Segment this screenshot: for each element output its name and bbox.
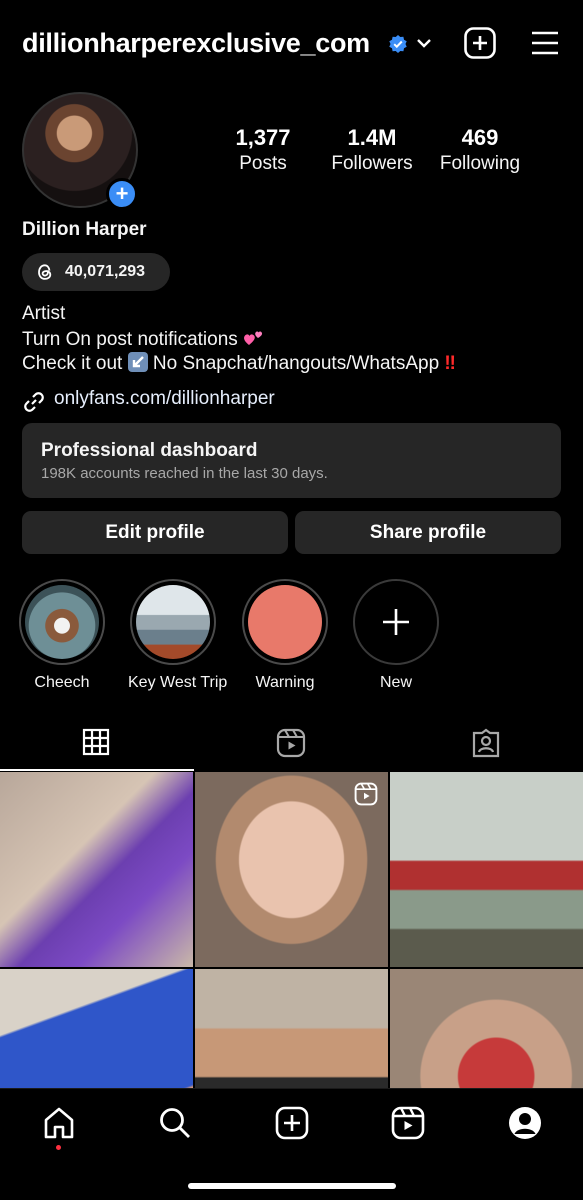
- two-hearts-emoji-icon: [243, 328, 263, 348]
- following-label: Following: [439, 153, 521, 174]
- highlight-key-west-trip[interactable]: Key West Trip: [128, 579, 228, 692]
- highlight-ring: [19, 579, 105, 665]
- tab-reels[interactable]: [194, 716, 388, 771]
- highlight-cheech-image: [25, 585, 99, 659]
- profile-tabs: [0, 716, 583, 771]
- create-icon[interactable]: [274, 1105, 310, 1141]
- double-exclamation-emoji-icon: ‼: [444, 353, 456, 374]
- stat-following[interactable]: 469 Following: [437, 125, 523, 175]
- verified-badge-icon: [389, 35, 407, 53]
- add-story-plus-icon[interactable]: +: [106, 178, 138, 210]
- active-tab-indicator: [0, 769, 194, 771]
- reels-icon[interactable]: [390, 1105, 426, 1141]
- posts-count: 1,377: [235, 125, 291, 150]
- bio-line-3: Check it out No Snapchat/hangouts/WhatsA…: [22, 352, 456, 375]
- highlight-label: Cheech: [34, 674, 90, 691]
- threads-badge[interactable]: 40,071,293: [22, 253, 170, 291]
- highlight-warning-image: [248, 585, 322, 659]
- bio-line-2: Turn On post notifications: [22, 328, 263, 351]
- posts-grid: [0, 772, 583, 1088]
- followers-count: 1.4M: [347, 125, 397, 150]
- top-bar: dillionharperexclusive_com: [0, 0, 583, 90]
- share-profile-button[interactable]: Share profile: [295, 511, 561, 554]
- tab-posts-grid[interactable]: [0, 716, 194, 771]
- plus-icon: [383, 609, 409, 635]
- menu-icon[interactable]: [530, 30, 560, 56]
- bio-line-1: Artist: [22, 303, 66, 324]
- stat-followers[interactable]: 1.4M Followers: [327, 125, 417, 175]
- link-icon: [24, 392, 44, 412]
- reels-icon: [276, 728, 306, 758]
- followers-label: Followers: [331, 153, 413, 174]
- highlight-ring: [353, 579, 439, 665]
- posts-label: Posts: [239, 153, 287, 174]
- highlight-ring: [130, 579, 216, 665]
- reel-badge-icon: [354, 782, 378, 806]
- bio-no-snapchat-text: No Snapchat/hangouts/WhatsApp: [152, 353, 440, 374]
- dashboard-subtitle: 198K accounts reached in the last 30 day…: [41, 465, 328, 482]
- full-name: Dillion Harper: [22, 219, 147, 240]
- stat-posts[interactable]: 1,377 Posts: [232, 125, 294, 175]
- home-indicator: [188, 1183, 396, 1189]
- dashboard-title: Professional dashboard: [41, 440, 258, 461]
- highlight-label: New: [379, 674, 412, 691]
- bio-notifications-text: Turn On post notifications: [22, 329, 238, 350]
- grid-post[interactable]: [0, 969, 193, 1088]
- bio-link-text[interactable]: onlyfans.com/dillionharper: [54, 388, 275, 410]
- create-post-icon[interactable]: [463, 26, 497, 60]
- highlight-label: Warning: [255, 674, 315, 691]
- highlight-ring: [242, 579, 328, 665]
- highlight-new[interactable]: New: [351, 579, 441, 692]
- bio-check-text: Check it out: [22, 353, 123, 374]
- arrow-down-left-emoji-icon: [127, 352, 148, 372]
- threads-icon: [38, 264, 52, 280]
- highlight-label: Key West Trip: [128, 674, 228, 691]
- grid-post[interactable]: [195, 772, 388, 967]
- highlight-warning[interactable]: Warning: [240, 579, 330, 692]
- grid-post[interactable]: [195, 969, 388, 1088]
- grid-post[interactable]: [0, 772, 193, 967]
- profile-icon[interactable]: [507, 1105, 543, 1141]
- grid-post[interactable]: [390, 772, 583, 967]
- tab-tagged[interactable]: [389, 716, 583, 771]
- home-icon[interactable]: [41, 1105, 77, 1141]
- profile-avatar[interactable]: +: [22, 92, 138, 210]
- highlight-key-west-image: [136, 585, 210, 659]
- search-icon[interactable]: [157, 1105, 193, 1141]
- grid-post[interactable]: [390, 969, 583, 1088]
- username-switcher[interactable]: dillionharperexclusive_com: [22, 28, 370, 59]
- professional-dashboard[interactable]: Professional dashboard 198K accounts rea…: [22, 423, 561, 498]
- threads-count: 40,071,293: [65, 263, 146, 280]
- highlight-cheech[interactable]: Cheech: [17, 579, 107, 692]
- grid-icon: [82, 728, 110, 756]
- edit-profile-button[interactable]: Edit profile: [22, 511, 288, 554]
- chevron-down-icon[interactable]: [415, 36, 433, 50]
- tagged-icon: [472, 728, 500, 758]
- following-count: 469: [461, 125, 499, 150]
- notification-dot: [56, 1145, 61, 1150]
